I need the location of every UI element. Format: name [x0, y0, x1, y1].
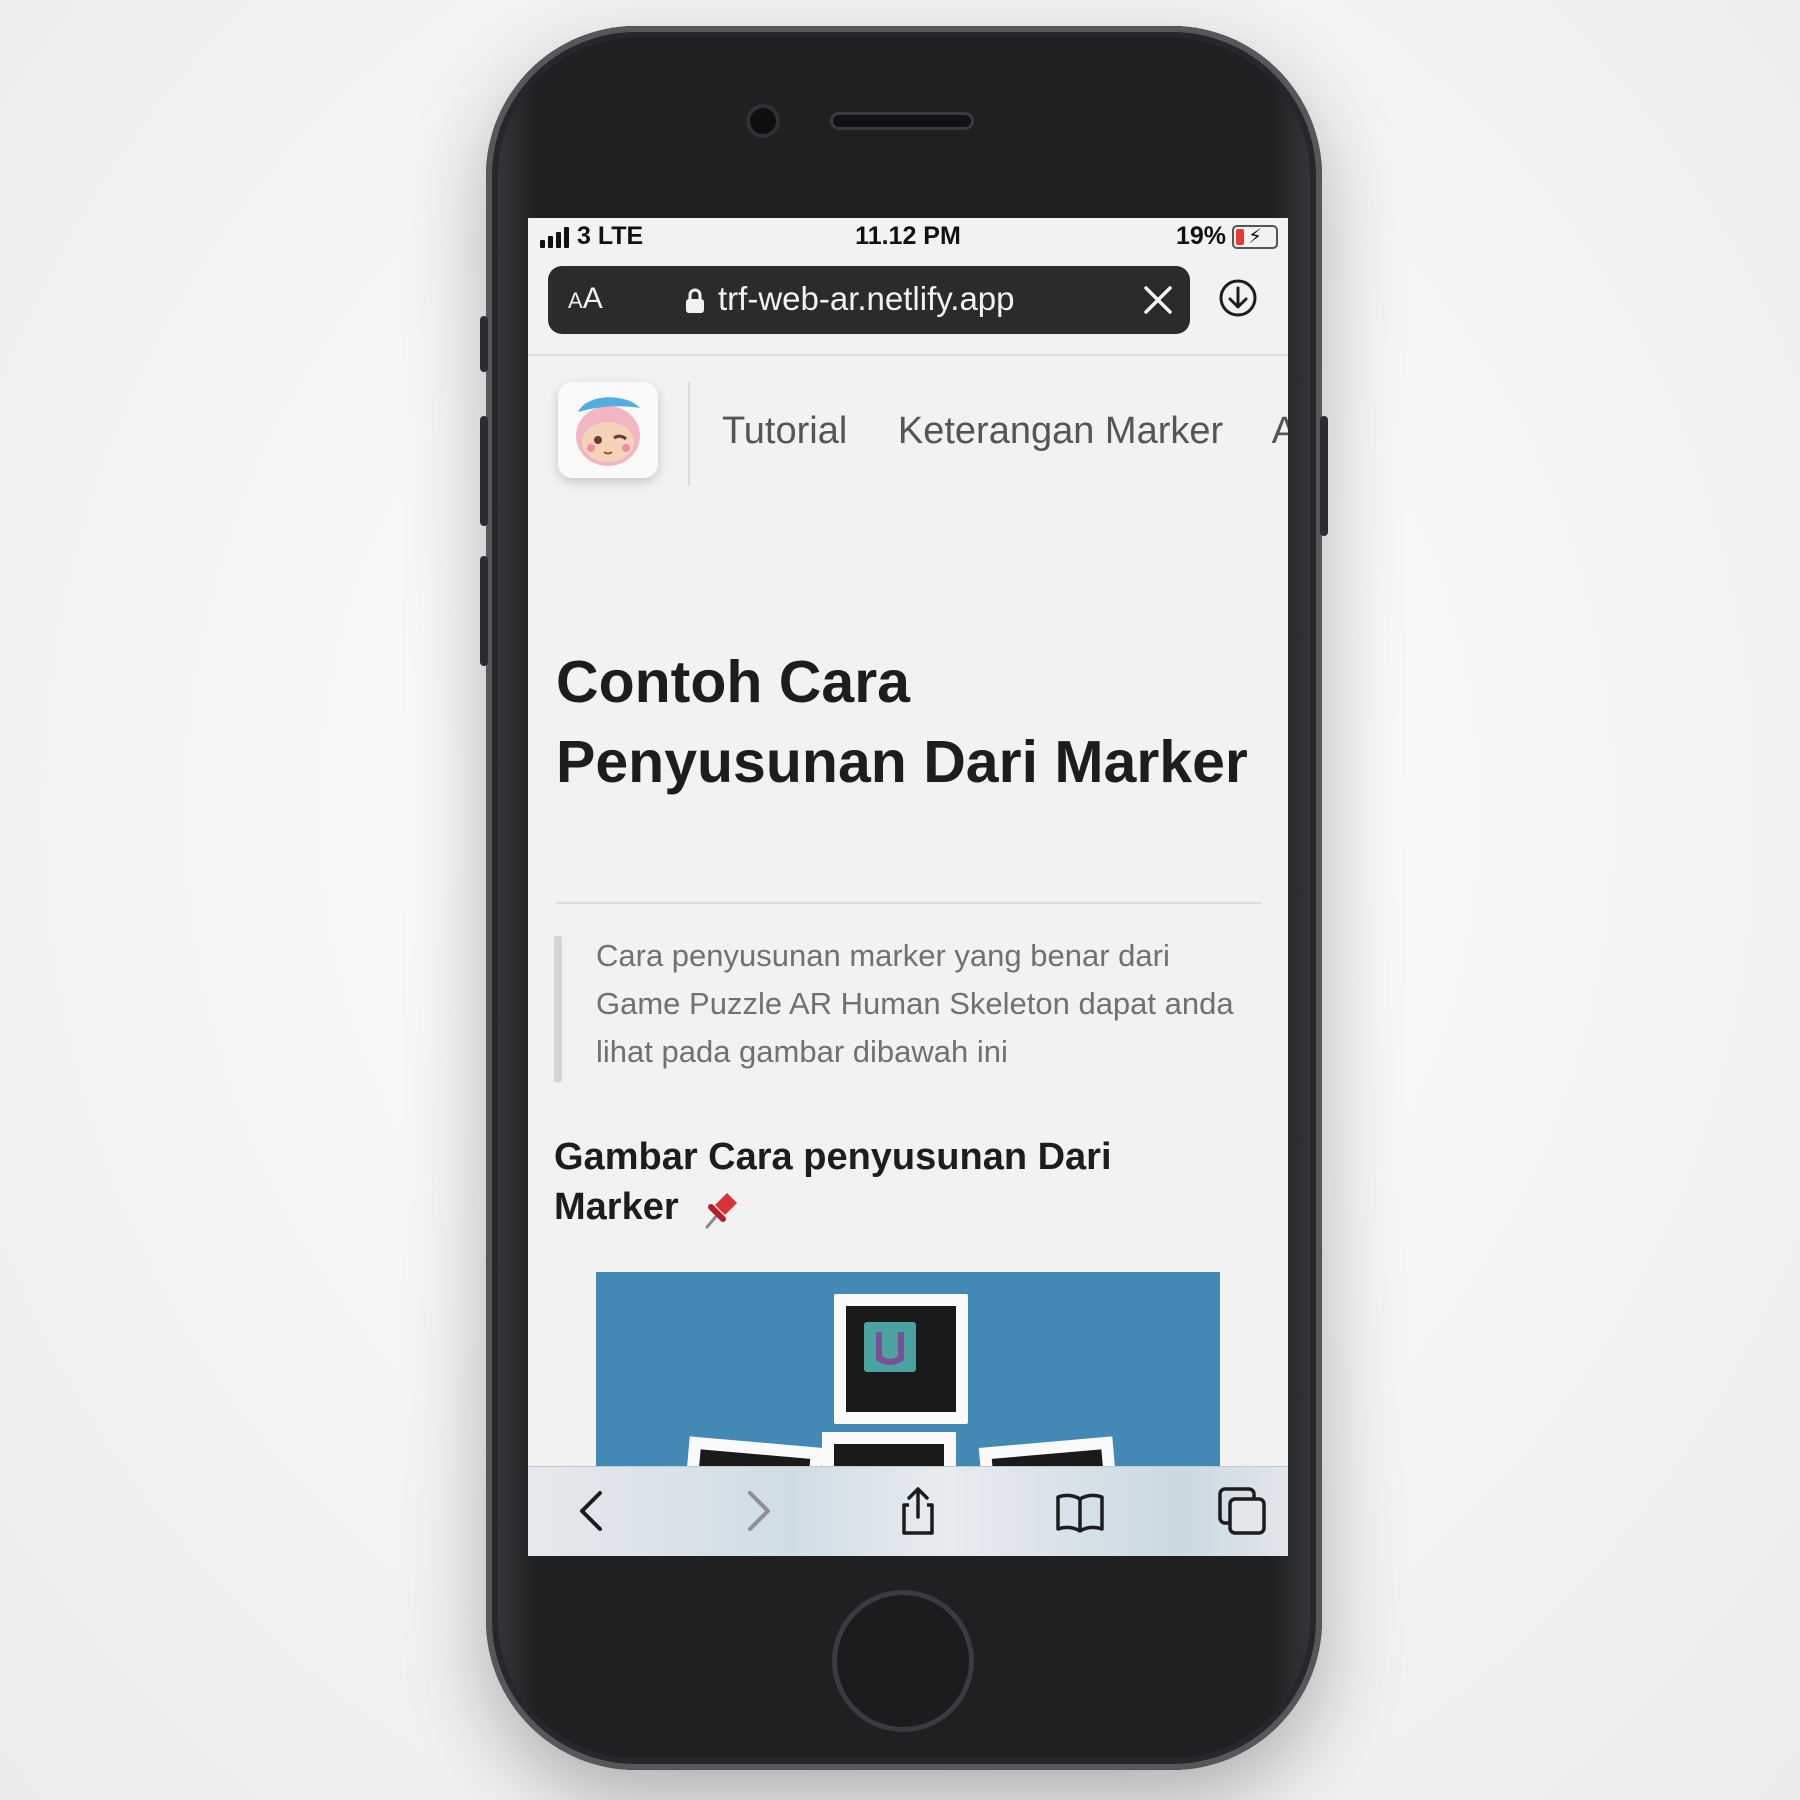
earpiece-speaker	[830, 112, 974, 130]
forward-chevron-icon[interactable]	[730, 1485, 782, 1537]
phone-screen: 3 LTE 11.12 PM 19% ⚡ AA trf-web-ar.netli…	[528, 218, 1288, 1556]
home-button[interactable]	[832, 1590, 974, 1732]
power-button	[1320, 416, 1328, 536]
pushpin-icon	[705, 1192, 738, 1229]
status-bar: 3 LTE 11.12 PM 19% ⚡	[528, 218, 1288, 256]
nav-item-tutorial[interactable]: Tutorial	[722, 410, 847, 452]
site-nav: Tutorial Keterangan Marker A	[722, 410, 1288, 453]
blockquote-text: Cara penyusunan marker yang benar dari G…	[596, 938, 1234, 1069]
mute-switch	[480, 316, 488, 372]
section-heading-text: Gambar Cara penyusunan Dari Marker	[554, 1136, 1112, 1228]
section-heading: Gambar Cara penyusunan Dari Marker	[554, 1132, 1194, 1232]
title-divider	[556, 902, 1262, 904]
skull-marker-icon	[864, 1322, 916, 1372]
battery-percent: 19%	[1175, 222, 1226, 250]
page-title: Contoh Cara Penyusunan Dari Marker	[556, 649, 1248, 795]
nav-separator	[688, 382, 690, 486]
share-icon[interactable]	[892, 1485, 944, 1537]
status-time: 11.12 PM	[855, 222, 961, 250]
text-size-button[interactable]: AA	[568, 282, 603, 316]
download-icon[interactable]	[1218, 278, 1258, 318]
lock-icon	[686, 288, 704, 313]
browser-toolbar	[528, 1466, 1288, 1556]
tabs-icon[interactable]	[1216, 1485, 1268, 1537]
back-chevron-icon[interactable]	[568, 1485, 620, 1537]
blockquote-bar	[554, 936, 562, 1082]
site-logo[interactable]	[558, 382, 658, 478]
battery-icon: ⚡	[1232, 224, 1278, 249]
nav-item-truncated[interactable]: A	[1272, 410, 1288, 452]
volume-down-button	[480, 556, 488, 666]
front-camera	[746, 104, 780, 138]
volume-up-button	[480, 416, 488, 526]
browser-divider	[528, 354, 1288, 356]
book-icon[interactable]	[1054, 1485, 1106, 1537]
address-bar[interactable]: AA trf-web-ar.netlify.app	[548, 266, 1190, 334]
marker-card	[834, 1294, 968, 1424]
close-icon[interactable]	[1142, 284, 1174, 316]
url-text[interactable]: trf-web-ar.netlify.app	[718, 280, 1015, 318]
nav-item-keterangan-marker[interactable]: Keterangan Marker	[898, 410, 1223, 452]
mascot-icon	[576, 397, 640, 466]
